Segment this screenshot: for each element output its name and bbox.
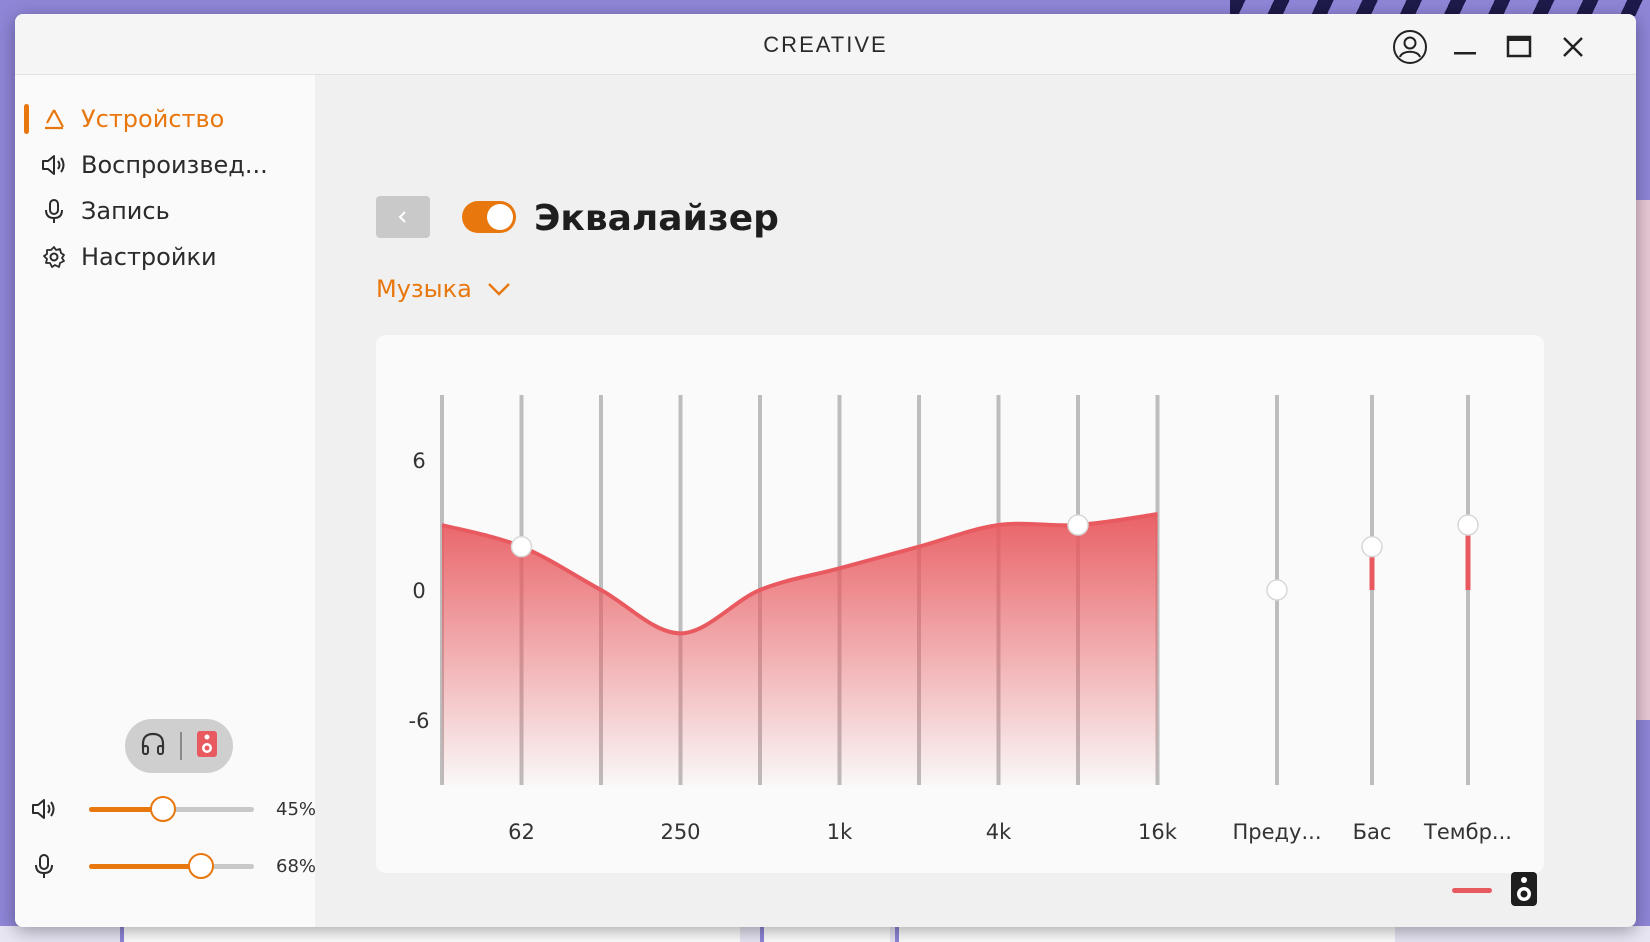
maximize-button[interactable] [1500,28,1538,66]
chevron-down-icon [486,281,512,297]
sidebar-item-playback[interactable]: Воспроизвед... [39,148,299,182]
account-circle-icon [1393,30,1427,64]
x-tick-label: 62 [508,820,535,844]
back-button[interactable] [376,196,430,238]
extra-slider-label: Преду... [1232,820,1321,844]
extra-slider-knob[interactable] [1457,514,1479,536]
maximize-icon [1506,35,1532,58]
eq-band-knob[interactable] [1067,514,1089,536]
x-tick-label: 16k [1138,820,1178,844]
sidebar-item-label: Воспроизвед... [81,151,268,179]
sidebar-item-label: Запись [81,197,170,225]
speaker-icon [39,153,69,177]
toggle-knob [487,204,513,230]
sidebar: Устройство Воспроизвед... Запись Настрой… [15,75,316,927]
microphone-icon [39,198,69,224]
device-triangle-icon [39,107,69,131]
taskbar-behind [0,926,1650,942]
mic-slider-fill [89,863,202,869]
sidebar-item-recording[interactable]: Запись [39,194,299,228]
extra-slider-knob[interactable] [1266,579,1288,601]
microphone-icon [29,853,59,879]
volume-slider[interactable] [89,795,254,822]
close-button[interactable] [1554,28,1592,66]
volume-slider-knob[interactable] [150,795,177,822]
headphones-icon[interactable] [140,731,166,761]
preset-label: Музыка [376,275,472,303]
preset-dropdown[interactable]: Музыка [376,275,512,303]
chevron-left-icon [398,211,406,223]
extra-slider-label: Тембр... [1423,820,1512,844]
extra-slider-label: Бас [1353,820,1392,844]
sidebar-item-device[interactable]: Устройство [24,102,299,136]
mic-control: 68% [29,851,316,881]
gear-icon [39,245,69,269]
title-bar: CREATIVE [15,14,1636,75]
mic-slider-knob[interactable] [188,852,215,879]
app-window: CREATIVE Устройство Воспроизвед... Запис… [15,14,1636,927]
minimize-icon [1454,52,1476,55]
equalizer-chart: 6 0 -6 62 250 1k 4k 16k Преду... Бас Тембр... [409,395,1512,844]
equalizer-toggle[interactable] [462,201,516,233]
eq-band-knob[interactable] [510,535,533,558]
desktop-wallpaper-edge [1634,200,1650,720]
speaker-icon [29,797,59,821]
minimize-button[interactable] [1446,28,1484,66]
extra-slider-knob[interactable] [1361,535,1383,558]
sidebar-item-label: Устройство [81,105,225,133]
volume-control: 45% [29,794,316,824]
y-tick-label: 0 [412,579,425,603]
page-title: Эквалайзер [534,198,779,239]
sidebar-item-label: Настройки [81,243,217,271]
x-tick-label: 4k [986,820,1012,844]
switch-divider [180,732,182,760]
x-tick-label: 250 [660,820,700,844]
eq-curve-area [442,514,1158,785]
output-device-switch[interactable] [125,719,233,773]
close-icon [1563,37,1583,57]
mic-slider[interactable] [89,852,254,879]
y-tick-label: -6 [409,709,430,733]
sidebar-item-settings[interactable]: Настройки [39,240,299,274]
account-button[interactable] [1391,28,1429,66]
equalizer-panel: 6 0 -6 62 250 1k 4k 16k Преду... Бас Тембр... [376,335,1544,873]
speaker-device-icon[interactable] [196,730,218,762]
volume-percent: 45% [276,798,317,820]
y-tick-label: 6 [412,449,425,473]
x-tick-label: 1k [827,820,853,844]
main-content: Эквалайзер Музыка 6 0 -6 62 250 1k 4k 16k Преду.… [315,75,1636,927]
curve-legend-line [1452,888,1492,893]
speaker-legend-icon [1510,871,1538,911]
mic-percent: 68% [276,855,317,877]
